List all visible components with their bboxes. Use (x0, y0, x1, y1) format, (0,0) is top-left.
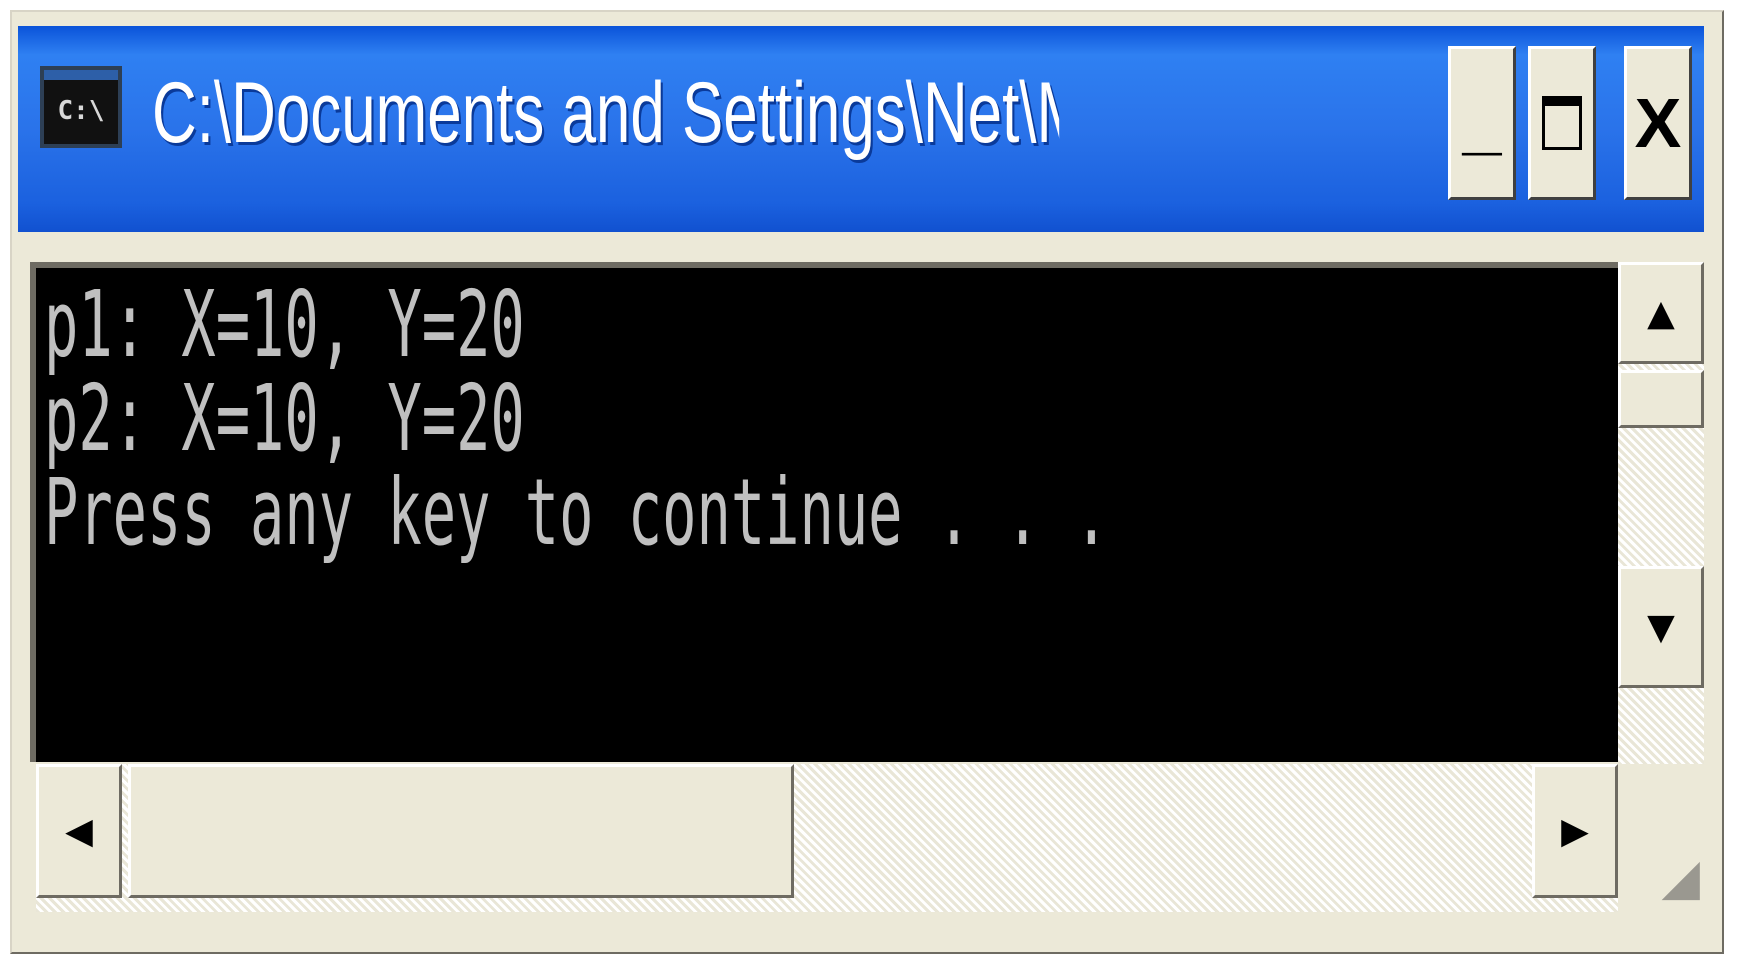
console-line-1: p1: X=10, Y=20 (44, 271, 525, 378)
scroll-up-button[interactable]: ▲ (1618, 262, 1704, 364)
scroll-left-button[interactable]: ◀ (36, 764, 122, 898)
horizontal-scrollbar[interactable]: ◀ ▶ (36, 764, 1618, 912)
console-line-2: p2: X=10, Y=20 (44, 365, 525, 472)
console-line-3: Press any key to continue . . . (44, 459, 1109, 566)
down-arrow-icon: ▼ (1647, 606, 1675, 648)
resize-grip-icon: ◢ (1661, 848, 1700, 906)
window-title: C:\Documents and Settings\Net\My D... (152, 65, 1059, 161)
minimize-button[interactable]: _ (1448, 46, 1516, 200)
close-button[interactable]: X (1624, 46, 1692, 200)
console-output[interactable]: p1: X=10, Y=20 p2: X=10, Y=20 Press any … (30, 262, 1618, 762)
minimize-icon: _ (1462, 84, 1502, 162)
icon-label: C:\ (57, 96, 105, 126)
left-arrow-icon: ◀ (65, 810, 93, 852)
maximize-button[interactable] (1528, 46, 1596, 200)
vertical-scroll-thumb[interactable] (1618, 370, 1704, 428)
scroll-right-button[interactable]: ▶ (1532, 764, 1618, 898)
close-icon: X (1634, 84, 1682, 162)
scroll-down-button[interactable]: ▼ (1618, 566, 1704, 688)
resize-grip[interactable]: ◢ (1618, 764, 1704, 912)
vertical-scrollbar[interactable]: ▲ ▼ (1618, 262, 1704, 764)
horizontal-scroll-thumb[interactable] (128, 764, 794, 898)
console-app-icon[interactable]: C:\ (40, 66, 122, 148)
right-arrow-icon: ▶ (1561, 810, 1589, 852)
maximize-icon (1542, 96, 1582, 150)
up-arrow-icon: ▲ (1647, 292, 1675, 334)
